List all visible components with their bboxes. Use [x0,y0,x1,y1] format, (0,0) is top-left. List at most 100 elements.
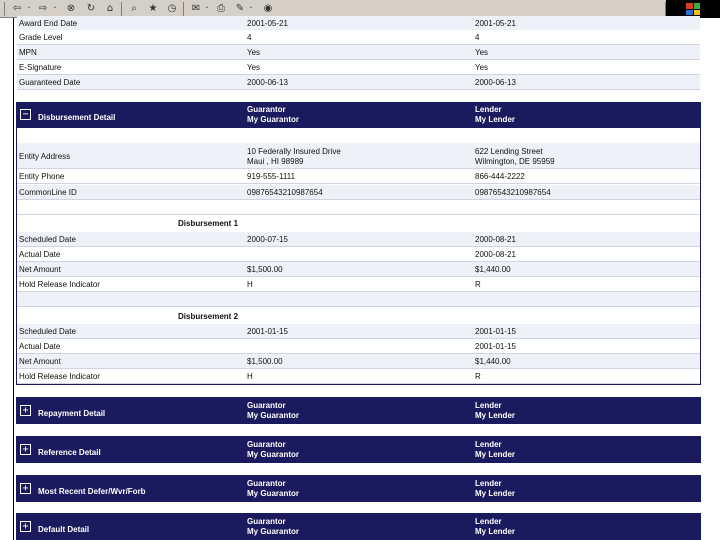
section-title: Repayment Detail [38,409,106,418]
windows-logo-icon [686,3,700,15]
history-icon[interactable]: ◷ [165,2,179,16]
guarantor-value: H [247,372,253,381]
guarantor-name: My Guarantor [247,450,300,459]
lender-heading: Lender [475,517,502,526]
stop-icon[interactable]: ⊗ [64,2,78,16]
guarantor-value: $1,500.00 [247,357,283,366]
lender-name: My Lender [475,527,516,536]
lender-name: My Lender [475,489,516,498]
spacer-row [17,292,700,307]
table-row: Guaranteed Date 2000-06-13 2000-06-13 [17,75,700,90]
guarantor-heading: Guarantor [247,401,286,410]
messenger-icon[interactable]: ◉ [261,2,275,16]
row-label: Guaranteed Date [19,78,81,87]
toolbar-separator [183,2,184,16]
lender-value: 09876543210987654 [475,188,551,197]
lender-value: 2000-06-13 [475,78,516,87]
guarantor-heading: Guarantor [247,105,286,114]
back-dropdown-icon[interactable]: · [25,2,33,16]
lender-address-line2: Wilmington, DE 95959 [475,157,555,166]
section-title: Default Detail [38,525,90,534]
guarantor-name: My Guarantor [247,115,300,124]
expand-toggle-button[interactable]: + [20,405,31,416]
lender-value: 2000-08-21 [475,235,516,244]
row-label: Entity Address [19,152,71,161]
section-title: Most Recent Defer/Wvr/Forb [38,487,146,496]
lender-name: My Lender [475,450,516,459]
reference-detail-header: + Reference Detail Guarantor My Guaranto… [16,436,701,463]
disbursement-detail-header: − Disbursement Detail Guarantor My Guara… [16,102,701,128]
row-label: Hold Release Indicator [19,280,100,289]
lender-value: Yes [475,48,489,57]
lender-value: $1,440.00 [475,357,511,366]
row-label: Hold Release Indicator [19,372,100,381]
mail-dropdown-icon[interactable]: · [203,2,211,16]
table-row: Net Amount $1,500.00 $1,440.00 [17,262,700,277]
guarantor-value: 2000-06-13 [247,78,288,87]
row-label: Scheduled Date [19,327,76,336]
lender-value: 2001-01-15 [475,342,516,351]
row-label: E-Signature [19,63,62,72]
guarantor-value: 919-555-1111 [247,172,296,181]
spacer-row [17,200,700,215]
most-recent-defer-header: + Most Recent Defer/Wvr/Forb Guarantor M… [16,475,701,502]
lender-heading: Lender [475,479,502,488]
default-detail-header: + Default Detail Guarantor My Guarantor … [16,513,701,540]
row-label: Grade Level [19,33,63,42]
spacer-row [17,128,700,143]
edit-dropdown-icon[interactable]: · [247,2,255,16]
lender-value: Yes [475,63,489,72]
row-label: Actual Date [19,250,61,259]
page-left-border [13,18,14,540]
row-label: Net Amount [19,265,61,274]
table-row: Scheduled Date 2000-07-15 2000-08-21 [17,232,700,247]
table-row: Grade Level 4 4 [17,30,700,45]
lender-value: 2000-08-21 [475,250,516,259]
table-row: Hold Release Indicator H R [17,277,700,292]
lender-name: My Lender [475,115,516,124]
expand-toggle-button[interactable]: + [20,521,31,532]
guarantor-address-line2: Maui , HI 98989 [247,157,304,166]
guarantor-value: Yes [247,63,261,72]
lender-value: 2001-05-21 [475,19,516,28]
back-arrow-icon[interactable]: ⇦ [10,2,24,16]
lender-heading: Lender [475,440,502,449]
edit-icon[interactable]: ✎ [233,2,247,16]
table-row: Hold Release Indicator H R [17,369,700,384]
guarantor-value: 2000-07-15 [247,235,288,244]
lender-value: R [475,372,481,381]
refresh-icon[interactable]: ↻ [84,2,98,16]
toolbar-separator [121,2,122,16]
guarantor-address-line1: 10 Federally Insured Drive [247,147,341,156]
mail-icon[interactable]: ✉ [189,2,203,16]
collapse-toggle-button[interactable]: − [20,109,31,120]
guarantor-value: 2001-05-21 [247,19,288,28]
row-label: CommonLine ID [19,188,77,197]
guarantor-name: My Guarantor [247,489,300,498]
table-row: E-Signature Yes Yes [17,60,700,75]
guarantor-heading: Guarantor [247,440,286,449]
print-icon[interactable]: ⎙ [214,2,228,16]
disbursement-1-heading: Disbursement 1 [178,219,239,228]
section-title: Reference Detail [38,448,101,457]
guarantor-value: $1,500.00 [247,265,283,274]
lender-heading: Lender [475,105,502,114]
row-label: Net Amount [19,357,61,366]
forward-dropdown-icon[interactable]: · [51,2,59,16]
repayment-detail-header: + Repayment Detail Guarantor My Guaranto… [16,397,701,424]
search-icon[interactable]: ⌕ [127,2,141,16]
lender-value: $1,440.00 [475,265,511,274]
expand-toggle-button[interactable]: + [20,444,31,455]
forward-arrow-icon[interactable]: ⇨ [36,2,50,16]
expand-toggle-button[interactable]: + [20,483,31,494]
guarantor-name: My Guarantor [247,411,300,420]
home-icon[interactable]: ⌂ [103,2,117,16]
guarantor-value: Yes [247,48,261,57]
row-label: Scheduled Date [19,235,76,244]
lender-value: 866-444-2222 [475,172,525,181]
favorites-icon[interactable]: ★ [146,2,160,16]
lender-value: 2001-01-15 [475,327,516,336]
guarantor-name: My Guarantor [247,527,300,536]
row-label: Award End Date [19,19,78,28]
guarantor-value: 09876543210987654 [247,188,323,197]
